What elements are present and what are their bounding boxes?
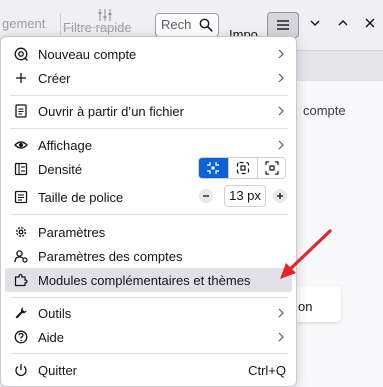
menu-item-tools[interactable]: Outils [5,301,292,325]
menu-item-settings[interactable]: Paramètres [5,220,292,244]
quit-icon [15,364,27,377]
font-size-icon [14,190,28,204]
minus-icon [203,195,209,197]
menu-item-addons-themes[interactable]: Modules complémentaires et thèmes [5,268,292,292]
wrench-icon [15,307,27,319]
menu-item-font-size: Taille de police 13 px [5,185,292,209]
chevron-up-icon[interactable] [337,17,349,29]
menu-item-density: Densité [5,157,292,181]
menu-item-label: Affichage [38,138,92,153]
density-compact-icon [207,162,219,174]
search-field[interactable] [155,13,219,37]
background-button[interactable]: on [293,286,341,322]
density-relaxed-icon [265,161,279,175]
menu-item-help[interactable]: Aide [5,325,292,349]
density-normal-button[interactable] [228,158,258,178]
quit-shortcut: Ctrl+Q [248,363,286,378]
background-compte-text: compte [303,103,346,118]
font-size-increase-button[interactable] [273,189,287,203]
menu-item-label: Ouvrir à partir d’un fichier [38,104,184,119]
chevron-right-icon [278,106,284,116]
chevron-right-icon [278,332,284,342]
background-button-label: on [298,299,313,314]
menu-item-create[interactable]: Créer [5,66,292,90]
menu-item-label: Outils [38,306,72,321]
chevron-right-icon [278,49,284,59]
menu-separator [10,214,288,215]
menu-item-label: Modules complémentaires et thèmes [38,273,251,288]
menu-separator [10,95,288,96]
quick-filter-label[interactable]: Filtre rapide [63,20,132,35]
menu-item-label: Créer [38,71,71,86]
menu-item-label: Nouveau compte [38,47,137,62]
chevron-right-icon [278,73,284,83]
menu-item-label: Taille de police [38,190,124,205]
help-icon [14,330,28,344]
density-icon [14,162,28,176]
density-selector [198,157,286,179]
annotation-arrow-icon [280,229,332,279]
menu-item-view[interactable]: Affichage [5,133,292,157]
chevron-down-icon[interactable] [309,17,321,29]
menu-separator [10,297,288,298]
menu-item-label: Paramètres [38,225,106,240]
toolbar-ghost-label: gement [2,16,46,31]
eye-icon [14,141,28,149]
new-account-icon [14,47,28,61]
menu-item-label: Aide [38,330,65,345]
menu-separator [10,128,288,129]
search-input[interactable] [161,17,195,32]
menu-item-open-file[interactable]: Ouvrir à partir d’un fichier [5,99,292,123]
density-relaxed-button[interactable] [257,158,285,178]
plus-icon [16,73,26,83]
menu-item-account-settings[interactable]: Paramètres des comptes [5,244,292,268]
menu-item-label: Paramètres des comptes [38,249,183,264]
menu-item-new-account[interactable]: Nouveau compte [5,42,292,66]
menu-item-quit[interactable]: Quitter Ctrl+Q [5,358,292,382]
density-compact-button[interactable] [199,158,228,178]
menu-separator [10,353,288,354]
hamburger-icon [277,20,289,30]
app-menu-button[interactable] [267,12,299,38]
close-icon[interactable] [364,17,376,29]
puzzle-icon [14,273,28,287]
plus-small-icon [277,193,283,199]
open-file-icon [15,104,27,118]
account-settings-icon [14,250,28,263]
settings-gear-icon [16,227,26,237]
app-menu-popup: Nouveau compte Créer Ouvrir à partir d’u… [0,36,297,387]
menu-item-label: Densité [38,162,83,177]
toolbar-separator [60,13,61,37]
font-size-value: 13 px [224,185,266,207]
chevron-right-icon [278,140,284,150]
menu-item-label: Quitter [38,363,78,378]
font-size-decrease-button[interactable] [199,189,213,203]
chevron-right-icon [278,308,284,318]
density-normal-icon [236,161,250,175]
search-icon [199,18,213,32]
